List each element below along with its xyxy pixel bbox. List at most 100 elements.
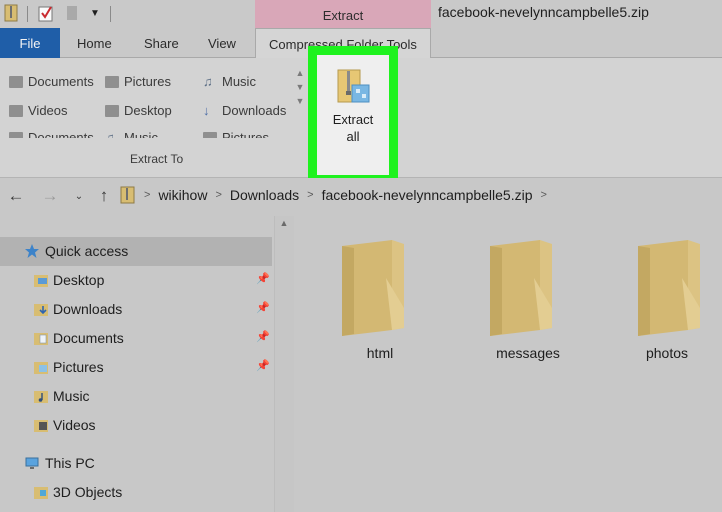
chevron-down-icon[interactable]: ▼ [293,80,307,94]
pin-icon[interactable]: 📌 [256,330,270,343]
extract-all-label: Extract all [332,112,374,144]
toolbar-separator [27,6,28,22]
gallery-item-label: Pictures [222,130,269,138]
gallery-item[interactable]: Desktop [105,103,172,118]
tab-view[interactable]: View [208,28,236,58]
recent-locations-chevron-icon[interactable]: ⌄ [68,183,90,209]
breadcrumb-separator[interactable]: > [541,189,547,201]
chevron-up-icon[interactable]: ▲ [293,66,307,80]
nav-label: Downloads [53,301,123,317]
nav-item-documents[interactable]: Documents [34,327,124,349]
videos-icon [9,104,23,117]
gallery-item[interactable]: ↓ Downloads [203,103,286,118]
nav-label: This PC [45,455,95,471]
computer-icon [25,457,39,469]
nav-item-downloads[interactable]: Downloads [34,298,122,320]
gallery-item-label: Videos [28,103,68,118]
gallery-item-label: Downloads [222,103,287,118]
videos-folder-icon [34,419,48,432]
desktop-folder-icon [34,274,48,287]
new-folder-icon[interactable] [63,3,81,23]
gallery-item-label: Pictures [124,74,171,89]
music-icon: ♫ [203,73,213,89]
ribbon-group-label: Extract To [130,152,184,166]
extract-all-icon [337,69,370,103]
nav-label: Quick access [45,243,129,259]
folder-icon [638,240,700,336]
music-icon: ♫ [105,129,115,139]
zip-folder-icon [120,186,135,204]
navigation-pane-scrollbar[interactable] [274,216,294,512]
breadcrumb-downloads[interactable]: Downloads [230,187,299,203]
folder-label[interactable]: messages [473,345,583,361]
pin-icon[interactable]: 📌 [256,359,270,372]
gallery-scroll[interactable]: ▲ ▼ ▼ [293,66,307,132]
up-arrow-icon[interactable]: ↑ [93,183,115,209]
extract-to-gallery: Documents Pictures ♫ Music Videos Desktop… [5,64,307,138]
gallery-item[interactable]: Documents [9,74,94,89]
desktop-icon [105,104,119,117]
breadcrumb-separator: > [144,189,151,201]
gallery-item-label: Music [222,74,256,89]
folder-icon [490,240,552,336]
extract-context-label: Extract [255,0,431,28]
folder-html[interactable] [340,238,406,343]
folder-label[interactable]: photos [612,345,722,361]
nav-this-pc[interactable]: This PC [24,452,95,474]
gallery-item-label: Documents [28,130,94,138]
nav-label: Videos [53,417,96,433]
star-icon [25,244,39,258]
folder-icon [2,3,20,23]
forward-arrow-icon[interactable]: → [39,183,61,209]
gallery-item-label: Documents [28,74,94,89]
properties-icon[interactable] [37,3,55,23]
gallery-item[interactable]: Pictures [105,74,171,89]
documents-icon [9,131,23,138]
gallery-item-label: Music [124,130,158,138]
tab-file[interactable]: File [0,28,60,58]
breadcrumb-wikihow[interactable]: wikihow [158,187,207,203]
nav-item-music[interactable]: Music [34,385,90,407]
nav-label: 3D Objects [53,484,123,500]
gallery-item[interactable]: Documents [9,130,94,138]
folder-messages[interactable] [488,238,554,343]
pin-icon[interactable]: 📌 [256,301,270,314]
chevron-down-icon[interactable]: ▼ [86,3,104,23]
folder-photos[interactable] [636,238,702,343]
gallery-item[interactable]: ♫ Music [203,74,256,89]
tab-share[interactable]: Share [144,28,179,58]
pin-icon[interactable]: 📌 [256,272,270,285]
nav-label: Pictures [53,359,104,375]
nav-label: Music [53,388,90,404]
folder-icon [342,240,404,336]
download-arrow-icon: ↓ [203,102,210,118]
tab-home[interactable]: Home [77,28,112,58]
gallery-expand-icon[interactable]: ▼ [293,94,307,108]
nav-label: Documents [53,330,124,346]
nav-item-desktop[interactable]: Desktop [34,269,104,291]
gallery-item-label: Desktop [124,103,172,118]
gallery-item[interactable]: Pictures [203,130,269,138]
breadcrumb-zip[interactable]: facebook-nevelynncampbelle5.zip [322,187,533,203]
folder-label[interactable]: html [325,345,435,361]
downloads-folder-icon [34,303,48,316]
breadcrumb-separator: > [215,189,222,201]
gallery-item[interactable]: ♫ Music [105,130,158,138]
pictures-icon [203,131,217,138]
nav-quick-access[interactable]: Quick access [24,240,128,262]
nav-item-pictures[interactable]: Pictures [34,356,104,378]
breadcrumb-separator: > [307,189,314,201]
documents-icon [9,75,23,88]
3d-objects-folder-icon [34,486,48,499]
gallery-item[interactable]: Videos [9,103,68,118]
window-title: facebook-nevelynncampbelle5.zip [438,4,649,20]
nav-item-videos[interactable]: Videos [34,414,96,436]
back-arrow-icon[interactable]: ← [5,183,27,209]
chevron-up-icon[interactable]: ▲ [274,218,294,228]
documents-folder-icon [34,332,48,345]
address-bar[interactable]: > wikihow > Downloads > facebook-nevelyn… [120,182,722,208]
nav-item-3d-objects[interactable]: 3D Objects [34,481,122,503]
toolbar-separator [110,6,111,22]
pictures-folder-icon [34,361,48,374]
pictures-icon [105,75,119,88]
